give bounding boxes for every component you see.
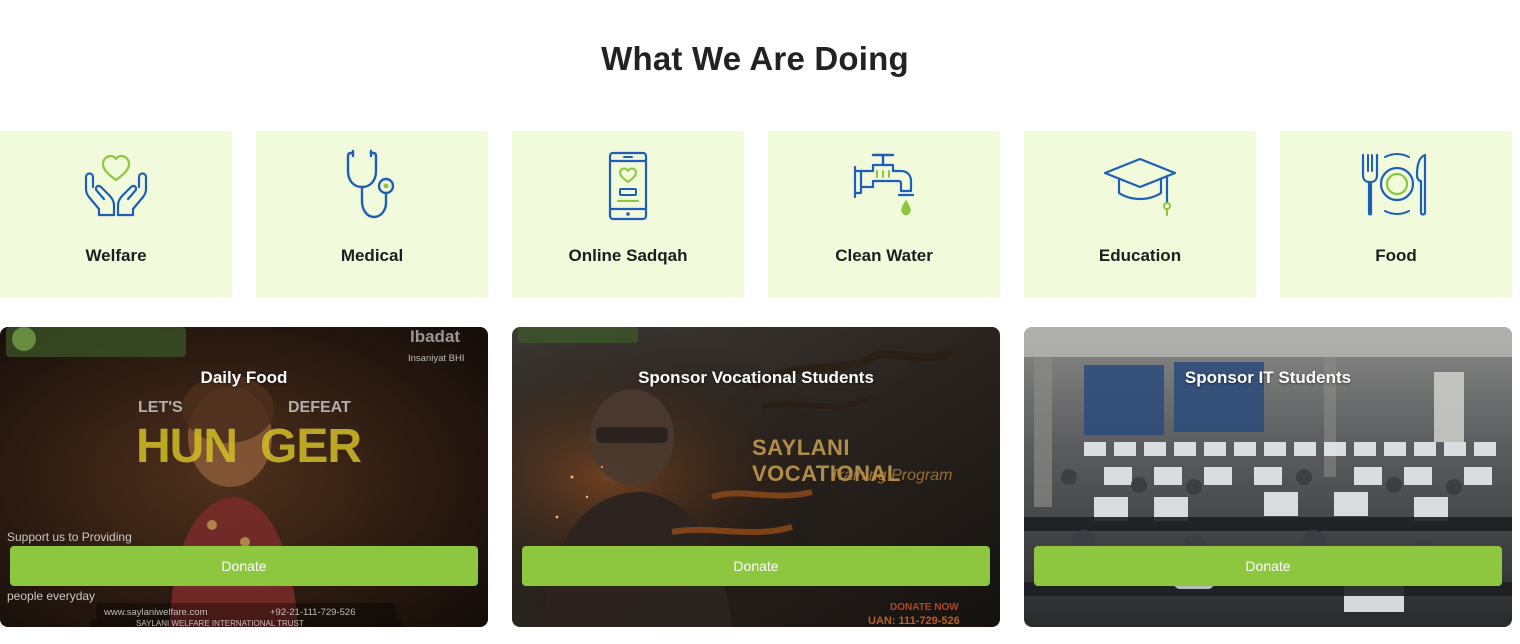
poster-website-text: www.saylaniwelfare.com	[104, 607, 208, 618]
poster-insaniyat-text: Insaniyat BHI	[408, 353, 465, 364]
plate-cutlery-icon	[1280, 149, 1512, 223]
category-card-education[interactable]: Education	[1024, 131, 1256, 297]
poster-phone-text: +92-21-111-729-526	[270, 607, 356, 618]
category-label: Online Sadqah	[568, 246, 688, 265]
category-label: Food	[1375, 246, 1417, 265]
poster-hunger-right: GER	[260, 420, 362, 473]
stethoscope-icon	[256, 149, 488, 223]
poster-donate-now: DONATE NOW	[890, 602, 959, 613]
campaign-title: Daily Food	[200, 368, 288, 387]
campaign-card-daily-food[interactable]: LET'S DEFEAT HUN GER Ibadat Insaniyat BH…	[0, 327, 488, 627]
donate-button[interactable]: Donate	[1034, 546, 1502, 586]
heart-hands-icon	[0, 149, 232, 223]
category-card-welfare[interactable]: Welfare	[0, 131, 232, 297]
category-label: Education	[1098, 246, 1182, 265]
what-we-are-doing-section: What We Are Doing Welfare Medical Online…	[0, 0, 1520, 644]
campaign-support-line-1: Support us to Providing	[7, 530, 132, 544]
poster-defeat-text: DEFEAT	[288, 399, 351, 416]
campaign-card-vocational[interactable]: SAYLANI VOCATIONAL Training Program Spon…	[512, 327, 1000, 627]
campaign-card-it-students[interactable]: Sponsor IT Students Donate	[1024, 327, 1512, 627]
category-card-food[interactable]: Food	[1280, 131, 1512, 297]
category-card-medical[interactable]: Medical	[256, 131, 488, 297]
category-card-clean-water[interactable]: Clean Water	[768, 131, 1000, 297]
category-card-online-sadqah[interactable]: Online Sadqah	[512, 131, 744, 297]
category-label: Welfare	[85, 246, 147, 265]
donate-button[interactable]: Donate	[522, 546, 990, 586]
campaign-title: Sponsor IT Students	[1184, 368, 1352, 387]
mobile-heart-icon	[512, 149, 744, 223]
graduation-cap-icon	[1024, 149, 1256, 223]
donate-button[interactable]: Donate	[10, 546, 478, 586]
category-row: Welfare Medical Online Sadqah Clean Wate…	[0, 131, 1512, 297]
category-label: Clean Water	[835, 246, 933, 265]
category-label: Medical	[340, 246, 404, 265]
campaign-title: Sponsor Vocational Students	[638, 368, 874, 387]
water-tap-icon	[768, 149, 1000, 223]
poster-ibadat-text: Ibadat	[410, 327, 461, 346]
section-title: What We Are Doing	[601, 40, 909, 77]
poster-hunger-left: HUN	[136, 420, 238, 473]
campaign-support-line-3: people everyday	[7, 589, 96, 603]
poster-program-sub: Training Program	[830, 467, 953, 484]
poster-uan: UAN: 111-729-526	[868, 615, 960, 627]
poster-trust-text: SAYLANI WELFARE INTERNATIONAL TRUST	[136, 619, 304, 627]
poster-lets-text: LET'S	[138, 399, 183, 416]
